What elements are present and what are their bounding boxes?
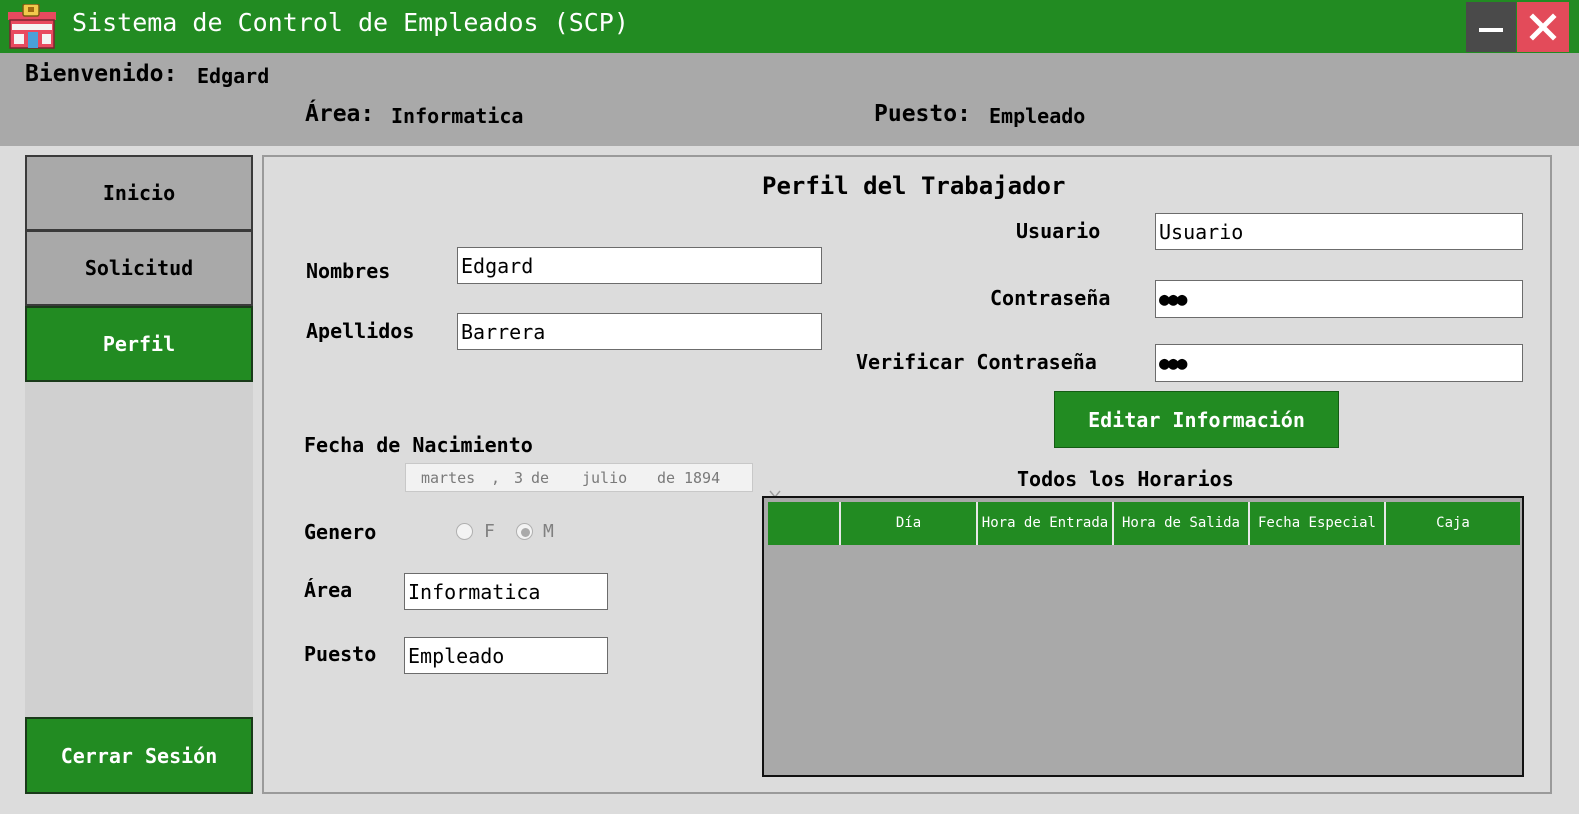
welcome-label: Bienvenido:: [25, 61, 178, 87]
date-de-2: de: [657, 468, 676, 487]
header-position-value: Empleado: [989, 104, 1086, 128]
column-header-hora-salida[interactable]: Hora de Salida: [1114, 502, 1250, 545]
date-day: 3: [514, 468, 524, 487]
column-header-select[interactable]: [768, 502, 841, 545]
sidebar-item-inicio[interactable]: Inicio: [25, 155, 253, 231]
gender-label: Genero: [304, 520, 377, 544]
nombres-field[interactable]: Edgard: [457, 247, 822, 284]
schedules-title: Todos los Horarios: [1017, 467, 1234, 491]
sidebar: Inicio Solicitud Perfil: [25, 155, 253, 794]
password-label: Contraseña: [990, 286, 1111, 310]
table-header: Día Hora de Entrada Hora de Salida Fecha…: [768, 502, 1520, 545]
logout-button[interactable]: Cerrar Sesión: [25, 717, 253, 794]
minimize-button[interactable]: [1466, 2, 1516, 52]
column-header-caja[interactable]: Caja: [1386, 502, 1520, 545]
minimize-icon: [1479, 28, 1503, 32]
date-separator: ,: [491, 468, 501, 487]
header-area-label: Área:: [305, 101, 375, 127]
gender-radio-f[interactable]: [456, 523, 473, 540]
page-title: Perfil del Trabajador: [762, 172, 1066, 200]
sidebar-item-perfil[interactable]: Perfil: [25, 306, 253, 382]
usuario-label: Usuario: [1016, 219, 1101, 243]
header-area-value: Informatica: [391, 104, 524, 128]
gender-option-f: F: [484, 521, 495, 542]
close-icon: [1529, 13, 1557, 41]
verify-password-field[interactable]: ●●●: [1155, 344, 1523, 382]
close-button[interactable]: [1517, 2, 1569, 52]
edit-info-button[interactable]: Editar Información: [1054, 391, 1339, 448]
header-position-label: Puesto:: [874, 101, 971, 127]
area-field[interactable]: Informatica: [404, 573, 608, 610]
birth-date-label: Fecha de Nacimiento: [304, 433, 533, 457]
column-header-hora-entrada[interactable]: Hora de Entrada: [978, 502, 1114, 545]
date-de-1: de: [531, 468, 550, 487]
welcome-user: Edgard: [197, 64, 270, 88]
puesto-field[interactable]: Empleado: [404, 637, 608, 674]
verify-password-label: Verificar Contraseña: [856, 350, 1097, 374]
window-title: Sistema de Control de Empleados (SCP): [72, 8, 629, 37]
schedules-table[interactable]: Día Hora de Entrada Hora de Salida Fecha…: [762, 496, 1524, 777]
gender-radio-m[interactable]: [516, 523, 533, 540]
sidebar-item-solicitud[interactable]: Solicitud: [25, 230, 253, 306]
store-icon: [6, 3, 58, 50]
password-field[interactable]: ●●●: [1155, 280, 1523, 318]
puesto-label: Puesto: [304, 642, 377, 666]
apellidos-field[interactable]: Barrera: [457, 313, 822, 350]
birth-date-picker[interactable]: martes , 3 de julio de 1894: [405, 463, 781, 499]
apellidos-label: Apellidos: [306, 319, 415, 343]
date-month: julio: [582, 468, 628, 487]
usuario-field[interactable]: Usuario: [1155, 213, 1523, 250]
column-header-dia[interactable]: Día: [841, 502, 978, 545]
date-year: 1894: [684, 468, 721, 487]
column-header-fecha-especial[interactable]: Fecha Especial: [1250, 502, 1386, 545]
date-weekday: martes: [421, 468, 476, 487]
area-label: Área: [304, 578, 353, 602]
nombres-label: Nombres: [306, 259, 391, 283]
gender-option-m: M: [543, 521, 554, 542]
